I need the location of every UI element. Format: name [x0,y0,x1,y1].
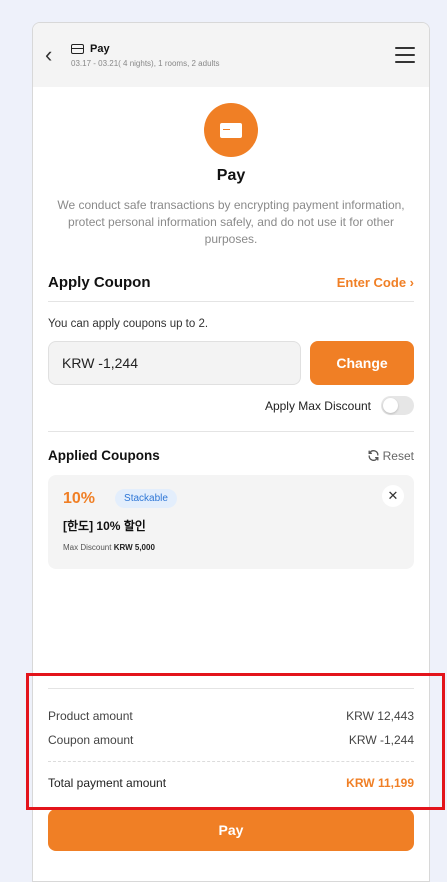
max-discount-toggle[interactable] [381,396,414,415]
hamburger-menu-icon[interactable] [395,47,415,63]
apply-coupon-heading: Apply Coupon [48,274,151,291]
max-discount-value: KRW 5,000 [113,543,155,552]
coupon-amount-row: Coupon amount KRW -1,244 [48,733,414,762]
max-discount-row: Apply Max Discount [48,396,414,432]
coupon-name: [한도] 10% 할인 [63,519,146,533]
header-title: Pay [90,42,110,55]
reset-label: Reset [382,448,414,463]
product-amount-value: KRW 12,443 [346,709,414,723]
coupon-section: Apply Coupon Enter Code › You can apply … [33,274,429,569]
payment-screen: ‹ Pay 03.17 - 03.21( 4 nights), 1 rooms,… [32,22,430,882]
applied-coupons-header: Applied Coupons Reset [48,448,414,463]
change-coupon-button[interactable]: Change [310,341,414,385]
enter-code-link[interactable]: Enter Code › [337,275,414,290]
max-discount-label: Apply Max Discount [264,398,371,413]
total-amount-label: Total payment amount [48,776,167,790]
coupon-max-discount: Max Discount KRW 5,000 [63,543,399,552]
product-amount-row: Product amount KRW 12,443 [48,709,414,723]
total-amount-row: Total payment amount KRW 11,199 [48,776,414,790]
reset-button[interactable]: Reset [367,449,414,463]
coupon-limit-note: You can apply coupons up to 2. [48,318,209,330]
product-amount-label: Product amount [48,709,133,723]
coupon-percent: 10% [63,489,96,507]
coupon-row: KRW -1,244 Change [48,341,414,385]
stackable-badge: Stackable [115,489,177,508]
total-amount-value: KRW 11,199 [346,776,414,790]
hero-title: Pay [216,167,246,184]
top-bar: ‹ Pay 03.17 - 03.21( 4 nights), 1 rooms,… [33,23,429,87]
hero-description: We conduct safe transactions by encrypti… [57,198,405,246]
payment-summary: Product amount KRW 12,443 Coupon amount … [33,688,429,790]
coupon-amount-value: KRW -1,244 [348,733,414,747]
coupon-value-field[interactable]: KRW -1,244 [48,341,301,385]
back-arrow-icon[interactable]: ‹ [45,42,71,68]
applied-coupon-card: 10% Stackable [한도] 10% 할인 Max Discount K… [48,475,414,569]
pay-hero: Pay We conduct safe transactions by encr… [33,87,429,248]
max-discount-prefix: Max Discount [63,543,112,552]
applied-coupons-heading: Applied Coupons [48,448,160,463]
header-title-group: Pay 03.17 - 03.21( 4 nights), 1 rooms, 2… [71,43,395,68]
payment-card-icon [204,103,258,157]
header-subtitle: 03.17 - 03.21( 4 nights), 1 rooms, 2 adu… [71,58,220,68]
remove-coupon-icon[interactable]: ✕ [382,485,404,507]
pay-button[interactable]: Pay [48,809,414,851]
refresh-icon [368,450,379,461]
coupon-amount-label: Coupon amount [48,733,134,747]
card-icon [71,43,84,54]
apply-coupon-header: Apply Coupon Enter Code › [48,274,414,302]
